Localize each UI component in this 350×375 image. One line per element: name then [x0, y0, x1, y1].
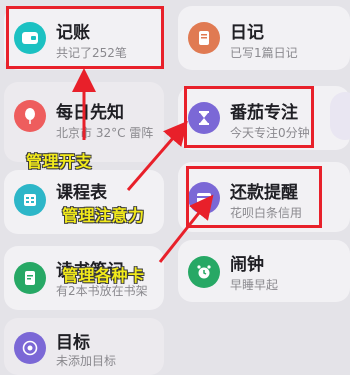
annotation-manage-cards: 管理各种卡: [62, 266, 145, 285]
annotation-manage-expenses: 管理开支: [26, 152, 93, 171]
arrow-to-repayment: [158, 194, 214, 263]
annotation-manage-attention: 管理注意力: [62, 206, 145, 225]
annotation-arrows: [72, 68, 214, 263]
arrow-to-pomodoro: [126, 120, 188, 191]
